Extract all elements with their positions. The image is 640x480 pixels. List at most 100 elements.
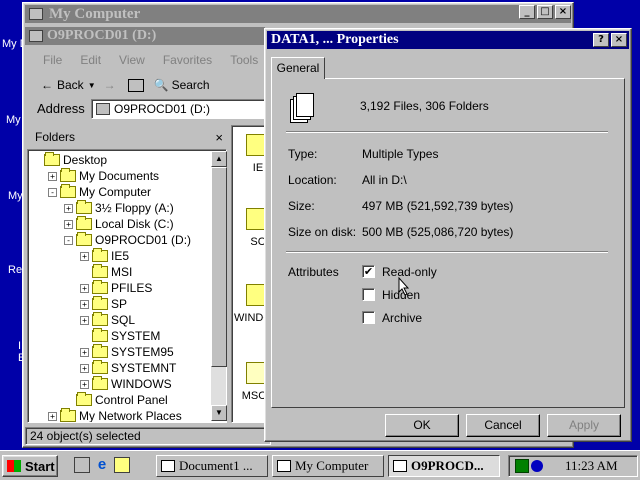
menu-edit[interactable]: Edit (80, 53, 101, 71)
up-folder-icon[interactable] (127, 78, 144, 92)
tree-item[interactable]: + SP (28, 296, 127, 312)
cancel-button[interactable]: Cancel (466, 414, 540, 437)
folder-icon (92, 328, 108, 342)
scroll-thumb[interactable] (211, 167, 227, 367)
type-label: Type: (288, 147, 318, 161)
tree-item[interactable]: + My Documents (28, 168, 159, 184)
task-my-computer[interactable]: My Computer (272, 455, 384, 477)
tree-item[interactable]: MSI (28, 264, 132, 280)
address-field[interactable]: O9PROCD01 (D:) (91, 99, 267, 119)
menu-bar: File Edit View Favorites Tools (43, 53, 258, 71)
address-label: Address (37, 101, 85, 116)
status-text: 24 object(s) selected (30, 429, 141, 443)
folders-close-icon[interactable]: × (215, 130, 223, 145)
menu-file[interactable]: File (43, 53, 62, 71)
start-button[interactable]: Start (2, 455, 58, 477)
desktop-label-my-network[interactable]: My (8, 190, 23, 202)
tree-item[interactable]: + SYSTEMNT (28, 360, 176, 376)
task-document1[interactable]: Document1 ... (156, 455, 268, 477)
folder-icon (92, 312, 108, 326)
expand-icon[interactable]: + (64, 219, 73, 229)
tree-scrollbar[interactable]: ▲ ▼ (211, 151, 227, 421)
tree-item[interactable]: - My Computer (28, 184, 151, 200)
folder-icon (92, 264, 108, 278)
tree-item[interactable]: + My Network Places (28, 408, 182, 423)
folder-icon (76, 232, 92, 246)
minimize-button[interactable]: _ (519, 5, 535, 19)
read-only-checkbox[interactable]: ✔ (362, 265, 375, 278)
desktop-label-my-computer[interactable]: My (6, 114, 21, 126)
tree-item[interactable]: +3½ Floppy (A:) (28, 200, 174, 216)
expand-icon[interactable]: + (48, 171, 57, 181)
clock[interactable]: 11:23 AM (565, 458, 618, 474)
ok-button[interactable]: OK (385, 414, 459, 437)
word-document-icon (161, 460, 175, 472)
expand-icon[interactable]: + (80, 315, 89, 325)
tree-item[interactable]: + PFILES (28, 280, 152, 296)
forward-icon[interactable]: → (104, 78, 116, 92)
desktop-label-recycle[interactable]: Re (8, 264, 22, 276)
maximize-button[interactable]: □ (537, 5, 553, 19)
desktop-label-ie-1[interactable]: I (18, 340, 21, 352)
expand-icon[interactable]: + (80, 379, 89, 389)
collapse-icon[interactable]: - (48, 187, 57, 197)
folder-icon (92, 344, 108, 358)
back-button[interactable]: Back (57, 78, 84, 92)
scroll-up-icon[interactable]: ▲ (211, 151, 227, 167)
expand-icon[interactable]: + (80, 251, 89, 261)
ie-quicklaunch-icon[interactable]: e (94, 457, 110, 473)
dialog-close-button[interactable]: × (611, 33, 627, 47)
toolbar: ← Back ▼ → 🔍 Search (27, 73, 267, 97)
menu-view[interactable]: View (119, 53, 145, 71)
menu-tools[interactable]: Tools (230, 53, 258, 71)
outlook-quicklaunch-icon[interactable] (114, 457, 130, 473)
expand-icon[interactable]: + (80, 347, 89, 357)
tree-item[interactable]: + SQL (28, 312, 135, 328)
tree-item-label: Local Disk (C:) (95, 217, 174, 231)
archive-checkbox[interactable] (362, 311, 375, 324)
search-button[interactable]: Search (172, 78, 210, 92)
menu-favorites[interactable]: Favorites (163, 53, 212, 71)
summary-text: 3,192 Files, 306 Folders (360, 99, 489, 113)
folder-icon (92, 280, 108, 294)
expand-icon[interactable]: + (48, 411, 57, 421)
size-value: 497 MB (521,592,739 bytes) (362, 199, 514, 213)
desktop-quicklaunch-icon[interactable] (74, 457, 90, 473)
help-button[interactable]: ? (593, 33, 609, 47)
folder-icon (92, 296, 108, 310)
collapse-icon[interactable]: - (64, 235, 73, 245)
expand-icon[interactable]: + (80, 283, 89, 293)
tree-item[interactable]: Desktop (28, 152, 107, 168)
tree-item-label: My Network Places (79, 409, 182, 423)
archive-label[interactable]: Archive (382, 311, 422, 325)
tree-item-label: My Computer (79, 185, 152, 199)
tree-item-label: Control Panel (95, 393, 168, 407)
hidden-checkbox[interactable] (362, 288, 375, 301)
expand-icon[interactable]: + (64, 203, 73, 213)
volume-tray-icon[interactable] (531, 460, 543, 472)
dialog-titlebar[interactable]: DATA1, ... Properties (267, 31, 629, 49)
explorer-titlebar[interactable]: My Computer (25, 5, 571, 23)
tree-item[interactable]: + SYSTEM95 (28, 344, 174, 360)
tree-item[interactable]: Control Panel (28, 392, 168, 408)
tree-item[interactable]: - O9PROCD01 (D:) (28, 232, 191, 248)
task-o9procd01[interactable]: O9PROCD... (388, 455, 500, 477)
expand-icon[interactable]: + (80, 363, 89, 373)
properties-dialog: DATA1, ... Properties ? × General 3,192 … (264, 28, 632, 442)
folder-tree: Desktop + My Documents - My Computer +3½ Flop… (27, 149, 227, 423)
tree-item[interactable]: + WINDOWS (28, 376, 172, 392)
size-on-disk-label: Size on disk: (288, 225, 357, 239)
tree-item[interactable]: SYSTEM (28, 328, 160, 344)
close-button[interactable]: × (555, 5, 571, 19)
tab-general[interactable]: General (271, 57, 325, 79)
scroll-down-icon[interactable]: ▼ (211, 405, 227, 421)
tree-item[interactable]: + IE5 (28, 248, 129, 264)
tree-item-label: IE5 (111, 249, 130, 263)
network-tray-icon[interactable] (515, 459, 529, 473)
expand-icon[interactable]: + (80, 299, 89, 309)
tree-item-label: SP (111, 297, 128, 311)
apply-button[interactable]: Apply (547, 414, 621, 437)
folder-icon (92, 248, 108, 262)
tree-item[interactable]: + Local Disk (C:) (28, 216, 174, 232)
size-label: Size: (288, 199, 315, 213)
